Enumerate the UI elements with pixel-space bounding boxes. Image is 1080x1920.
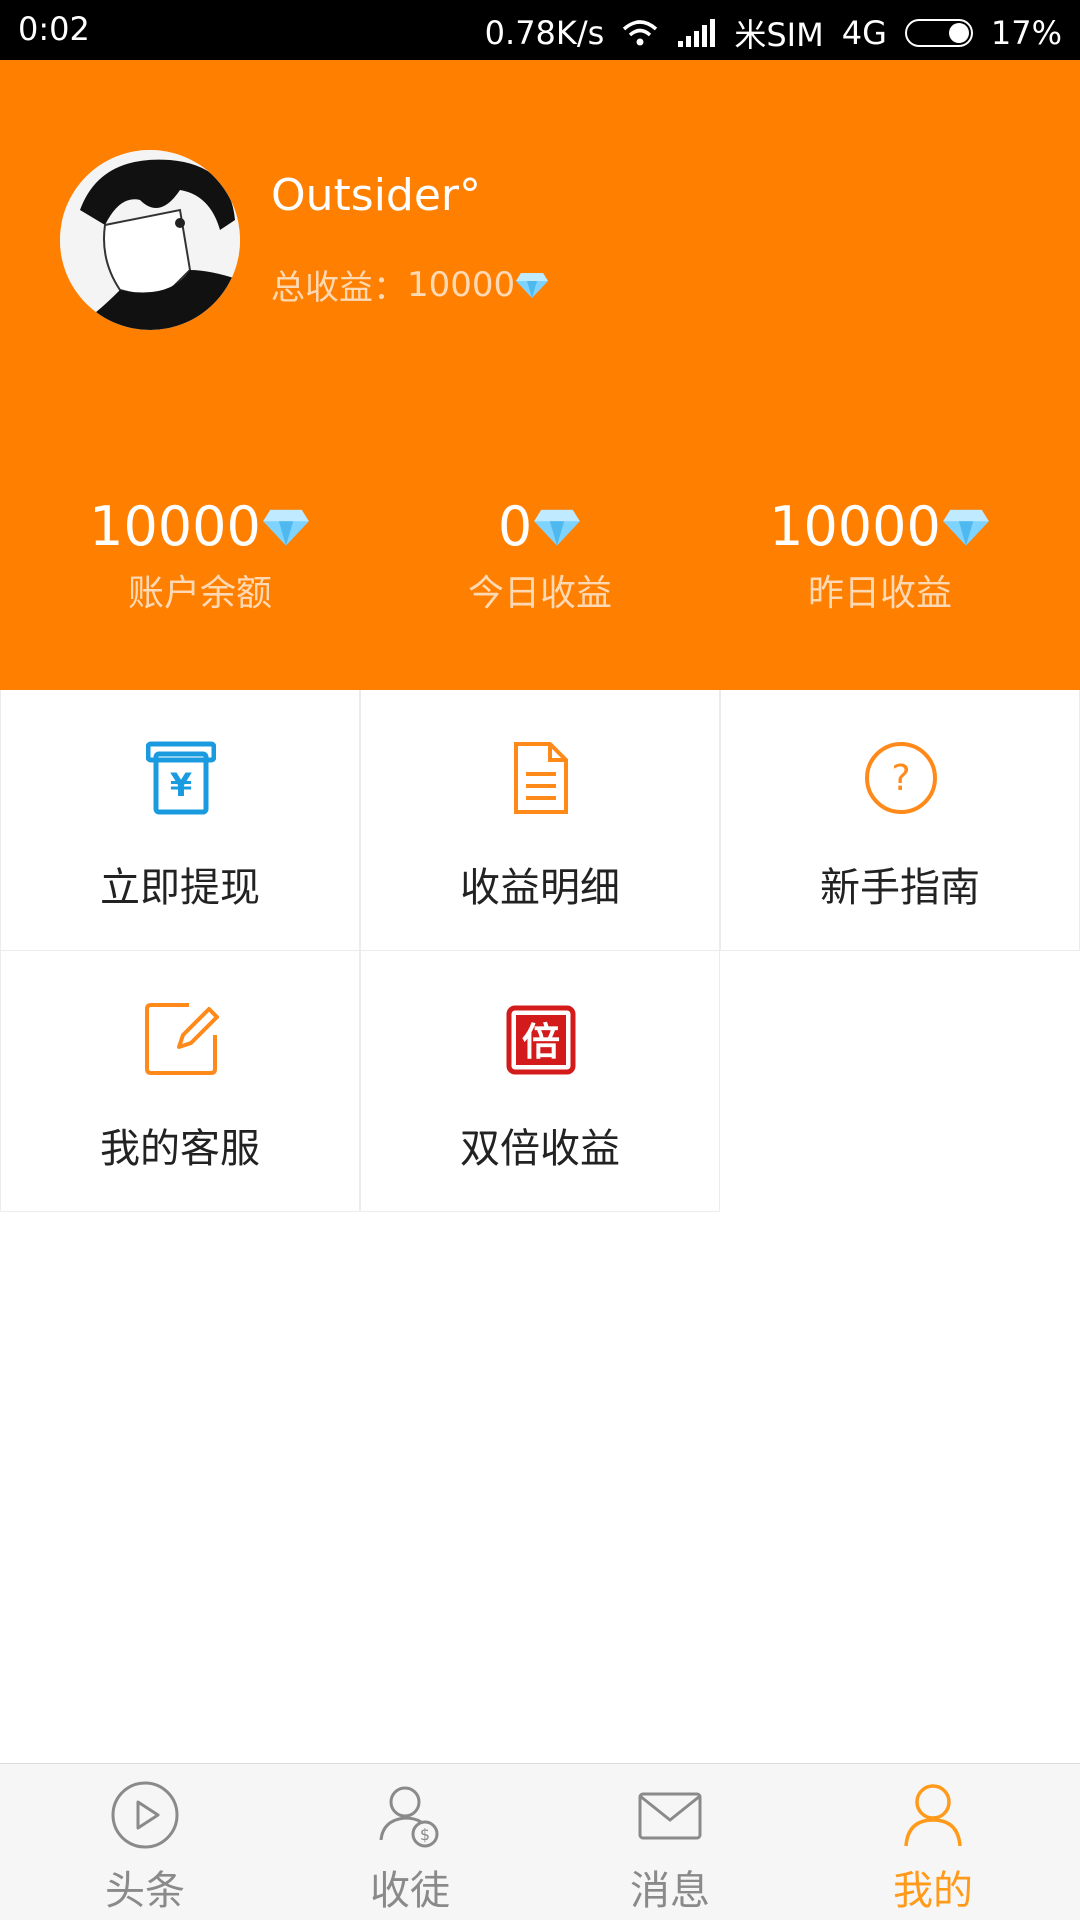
guide-button[interactable]: ? 新手指南 [720, 690, 1080, 951]
grid-label: 新手指南 [820, 865, 980, 911]
earnings-detail-button[interactable]: 收益明细 [360, 690, 720, 951]
carrier-name: 米SIM [734, 16, 824, 54]
stat-yesterday[interactable]: 10000 昨日收益 [700, 495, 1060, 616]
tab-mine[interactable]: 我的 [798, 1764, 1068, 1920]
grid-label: 双倍收益 [460, 1126, 620, 1172]
stat-balance[interactable]: 10000 账户余额 [20, 495, 380, 616]
help-icon: ? [865, 742, 937, 814]
tab-messages[interactable]: 消息 [535, 1764, 805, 1920]
tab-label: 收徒 [370, 1868, 450, 1914]
battery-level: 17% [990, 14, 1062, 52]
bottom-tab-bar: 头条 $ 收徒 消息 我的 [0, 1763, 1080, 1920]
wifi-icon [623, 20, 658, 46]
tab-label: 我的 [893, 1868, 973, 1914]
double-icon-text: 倍 [522, 1020, 560, 1064]
diamond-icon [263, 509, 309, 546]
diamond-icon [534, 509, 581, 546]
mail-icon [638, 1792, 702, 1840]
tab-headlines[interactable]: 头条 [10, 1764, 280, 1920]
edit-icon [145, 1003, 219, 1075]
withdraw-icon: ¥ [146, 741, 216, 815]
tab-apprentice[interactable]: $ 收徒 [275, 1764, 545, 1920]
stat-value: 10000 [769, 495, 941, 558]
stat-label: 账户余额 [127, 573, 272, 614]
stat-value: 0 [497, 495, 533, 558]
apprentice-icon: $ [379, 1786, 439, 1848]
grid-label: 我的客服 [100, 1126, 260, 1172]
network-type: 4G [841, 14, 887, 52]
stat-value: 10000 [89, 495, 261, 558]
network-speed: 0.78K/s [484, 14, 605, 52]
profile-icon [904, 1784, 962, 1847]
svg-text:?: ? [891, 758, 910, 799]
tab-label: 消息 [630, 1868, 710, 1914]
double-icon: 倍 [506, 1005, 576, 1075]
signal-icon [678, 19, 716, 47]
double-earnings-button[interactable]: 倍 双倍收益 [360, 951, 720, 1212]
svg-text:$: $ [420, 1825, 430, 1844]
stat-today[interactable]: 0 今日收益 [360, 495, 720, 616]
document-icon [514, 742, 568, 814]
grid-label: 收益明细 [460, 865, 620, 911]
svg-text:¥: ¥ [170, 766, 192, 804]
avatar[interactable] [60, 150, 240, 330]
stat-label: 今日收益 [467, 573, 612, 614]
tab-label: 头条 [105, 1868, 185, 1914]
stat-label: 昨日收益 [807, 573, 952, 614]
grid-label: 立即提现 [100, 865, 260, 911]
username: Outsider° [271, 170, 482, 221]
status-bar: 0:02 0.78K/s 米SIM 4G 17% [0, 0, 1080, 60]
diamond-icon [516, 272, 549, 298]
total-earnings-value: 10000 [407, 264, 516, 305]
profile-header: Outsider° 总收益： 10000 10000 账户余额 0 今日收益 1… [0, 60, 1080, 690]
total-earnings-label: 总收益： [271, 268, 407, 308]
battery-icon [904, 19, 973, 47]
status-time: 0:02 [18, 10, 90, 48]
withdraw-button[interactable]: ¥ 立即提现 [0, 690, 360, 951]
customer-service-button[interactable]: 我的客服 [0, 951, 360, 1212]
status-right: 0.78K/s 米SIM 4G 17% [485, 10, 1062, 56]
total-earnings: 总收益： 10000 [271, 260, 549, 309]
diamond-icon [943, 509, 989, 546]
play-icon [111, 1781, 179, 1849]
